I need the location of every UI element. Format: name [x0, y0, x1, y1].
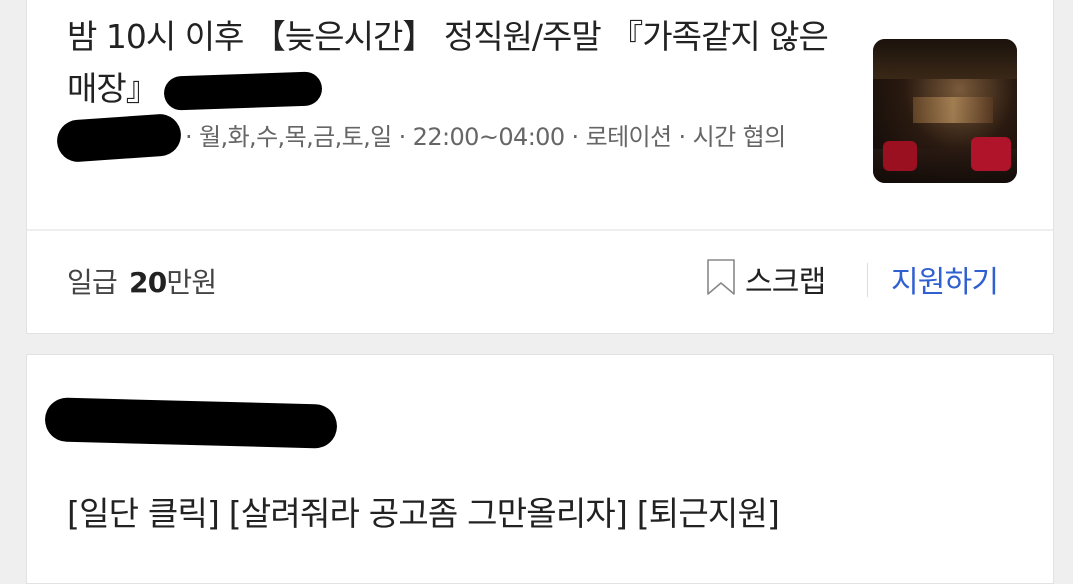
job-listing-card[interactable]: 밤 10시 이후 【늦은시간】 정직원/주말 『가족같지 않은 매장』 · 월,… — [26, 0, 1054, 334]
pay-unit: 만원 — [166, 266, 217, 299]
pay-info: 일급 20만원 — [67, 261, 217, 301]
apply-button[interactable]: 지원하기 — [891, 257, 999, 301]
pay-label: 일급 — [67, 266, 118, 299]
scrap-label: 스크랩 — [745, 265, 826, 300]
listing-thumbnail[interactable] — [873, 39, 1017, 183]
redacted-location — [55, 112, 183, 164]
pay-value: 20 — [129, 266, 167, 299]
scrap-button[interactable]: 스크랩 — [705, 257, 826, 301]
job-listing-card[interactable]: [일단 클릭] [살려줘라 공고좀 그만올리자] [퇴근지원] — [26, 354, 1054, 584]
card-divider — [27, 229, 1053, 231]
redacted-company-name — [44, 397, 338, 449]
listing-schedule: · 월,화,수,목,금,토,일 · 22:00~04:00 · 로테이션 · 시… — [185, 123, 786, 151]
bookmark-icon — [705, 257, 737, 301]
listing-meta: · 월,화,수,목,금,토,일 · 22:00~04:00 · 로테이션 · 시… — [55, 112, 827, 164]
redacted-company-name — [163, 70, 323, 111]
action-separator — [867, 263, 868, 297]
listing-title[interactable]: [일단 클릭] [살려줘라 공고좀 그만올리자] [퇴근지원] — [67, 487, 780, 535]
listing-title[interactable]: 밤 10시 이후 【늦은시간】 정직원/주말 『가족같지 않은 매장』 — [67, 11, 847, 115]
